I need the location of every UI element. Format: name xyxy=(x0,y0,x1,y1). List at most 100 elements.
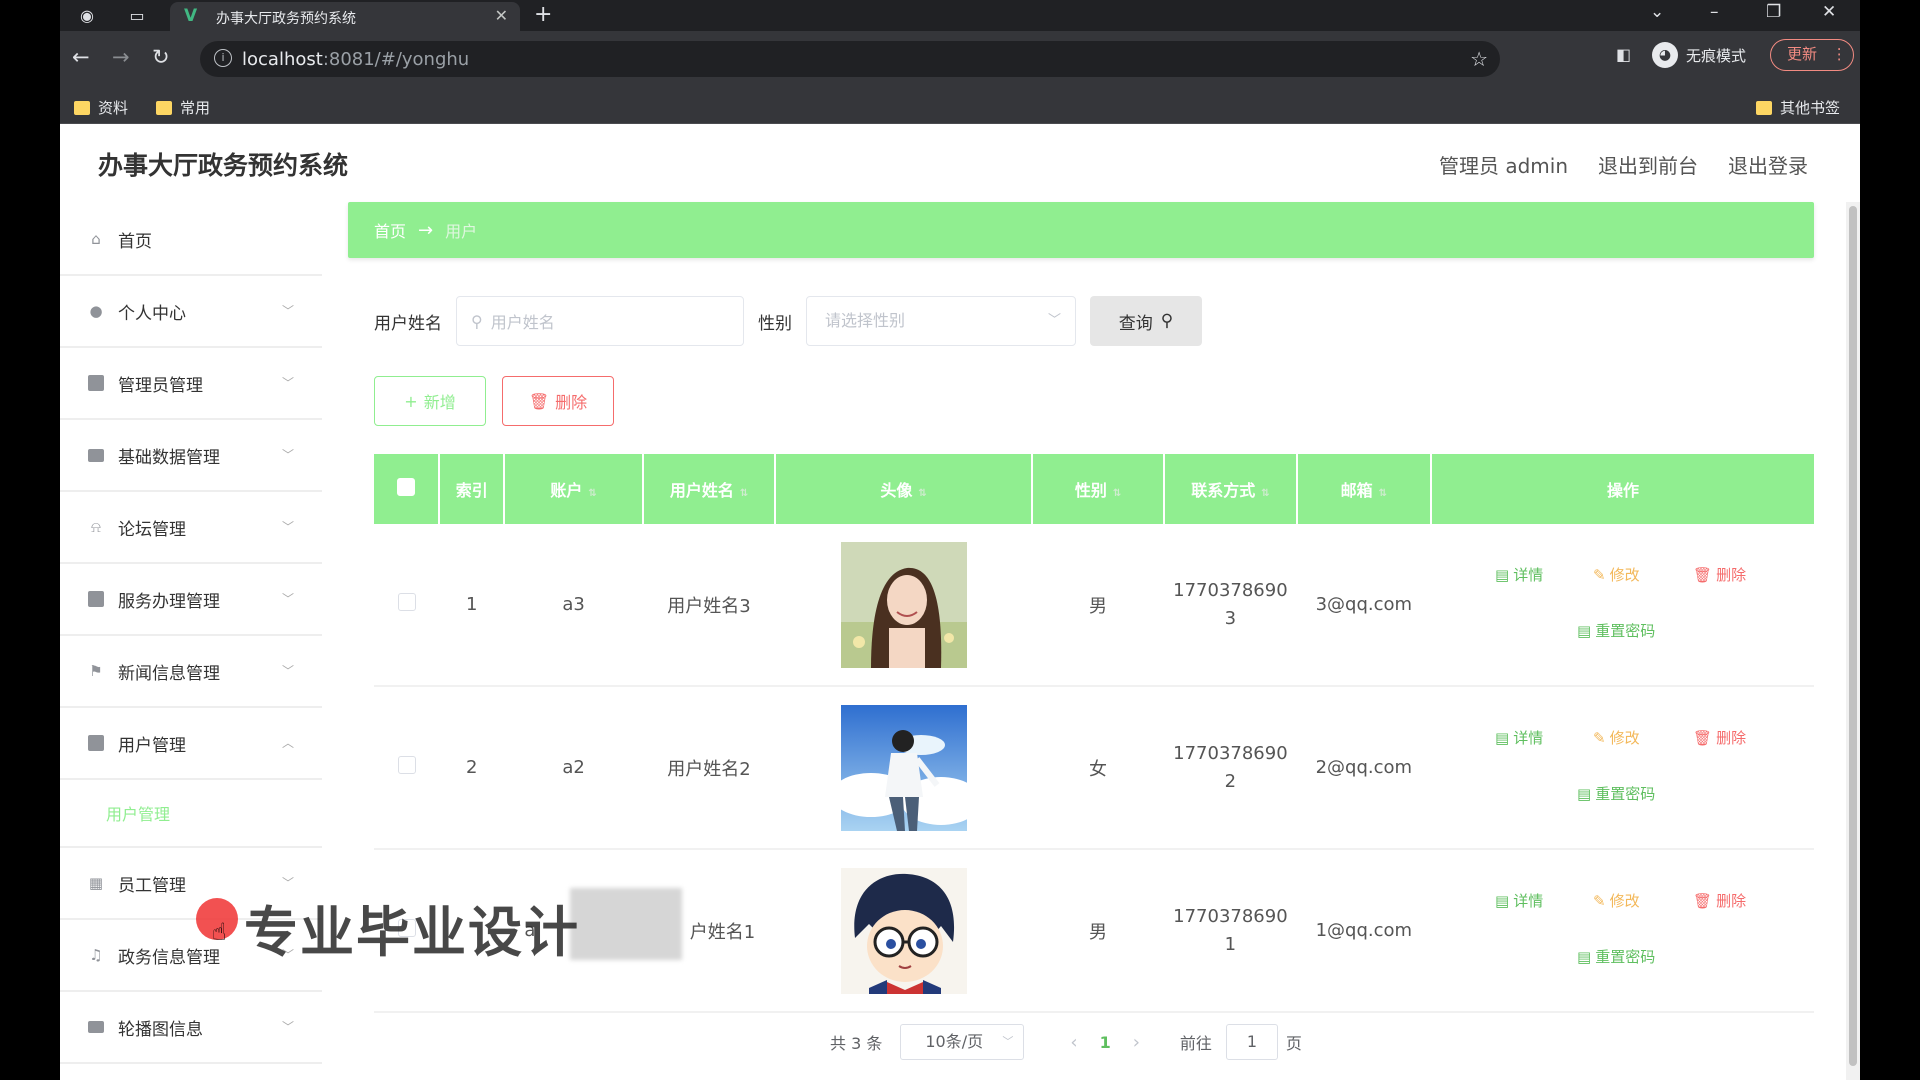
page-size-select[interactable]: 10条/页 ﹀ xyxy=(900,1024,1025,1060)
delete-button[interactable]: 🗑 删除 xyxy=(1693,727,1746,748)
detail-button[interactable]: ▤ 详情 xyxy=(1495,564,1543,585)
folder-icon xyxy=(74,100,90,115)
chevron-down-icon: ﹀ xyxy=(1047,313,1061,328)
sidebar-item-profile[interactable]: ● 个人中心 ﹀ xyxy=(60,276,322,348)
pagination-total: 共 3 条 xyxy=(830,1034,883,1053)
back-to-front-link[interactable]: 退出到前台 xyxy=(1598,150,1698,179)
tab-active[interactable]: V 办事大厅政务预约系统 ✕ xyxy=(170,2,520,31)
gender-select[interactable]: 请选择性别 ﹀ xyxy=(806,296,1076,346)
microphone-icon: ♫ xyxy=(89,946,103,964)
info-icon[interactable]: i xyxy=(214,49,232,67)
minimize-icon[interactable]: – xyxy=(1710,2,1719,22)
query-button[interactable]: 查询 ⚲ xyxy=(1090,296,1202,346)
tab-strip: ◉ ▭ V 办事大厅政务预约系统 ✕ + ⌄ – ❐ ✕ xyxy=(60,0,1860,31)
document-icon: ▤ xyxy=(1495,891,1510,910)
add-button[interactable]: + 新增 xyxy=(374,376,486,426)
select-all-checkbox[interactable] xyxy=(397,478,416,496)
bookmark-folder[interactable]: 资料 xyxy=(74,97,128,118)
window-icon[interactable]: ▭ xyxy=(126,5,148,27)
document-icon: ▤ xyxy=(1577,784,1592,803)
detail-button[interactable]: ▤ 详情 xyxy=(1495,727,1543,748)
sidebar-item-admins[interactable]: 管理员管理 ﹀ xyxy=(60,348,322,420)
avatar-image[interactable] xyxy=(840,541,967,668)
sidebar-item-forum[interactable]: ⍾ 论坛管理 ﹀ xyxy=(60,492,322,564)
avatar-image[interactable] xyxy=(840,867,967,994)
column-header[interactable]: 头像 ⇅ xyxy=(775,454,1033,524)
next-page-icon[interactable]: › xyxy=(1133,1032,1140,1053)
column-header[interactable]: 性别 ⇅ xyxy=(1031,454,1166,524)
hand-cursor-icon: ☝ xyxy=(212,918,227,946)
url-text[interactable]: localhost:8081/#/yonghu xyxy=(242,49,469,70)
scrollbar-thumb[interactable] xyxy=(1849,206,1857,1066)
edit-button[interactable]: ✎ 修改 xyxy=(1593,727,1640,748)
back-icon[interactable]: ← xyxy=(72,45,90,69)
sidebar-toggle-icon[interactable]: ◧ xyxy=(1616,45,1631,64)
edit-button[interactable]: ✎ 修改 xyxy=(1593,564,1640,585)
page-scrollbar[interactable] xyxy=(1846,202,1860,1080)
edit-button[interactable]: ✎ 修改 xyxy=(1593,890,1640,911)
sidebar-item-users[interactable]: 用户管理 ︿ xyxy=(60,708,322,780)
document-icon: ▤ xyxy=(1495,565,1510,584)
incognito-icon: ◕ xyxy=(1652,42,1678,68)
action-buttons: + 新增 🗑 删除 xyxy=(374,376,614,426)
watermark-text: 专业毕业设计 xyxy=(244,901,580,964)
breadcrumb-home[interactable]: 首页 xyxy=(374,218,406,242)
globe-icon[interactable]: ◉ xyxy=(76,5,98,27)
row-checkbox[interactable] xyxy=(397,593,416,611)
avatar-image[interactable] xyxy=(840,704,967,831)
update-button[interactable]: 更新 ⋮ xyxy=(1770,39,1854,71)
close-tab-icon[interactable]: ✕ xyxy=(495,6,508,25)
goto-page-input[interactable]: 1 xyxy=(1225,1024,1278,1060)
document-icon: ▤ xyxy=(1577,621,1592,640)
sidebar-item-carousel[interactable]: 轮播图信息 ﹀ xyxy=(60,992,322,1064)
prev-page-icon[interactable]: ‹ xyxy=(1070,1032,1077,1053)
restore-icon[interactable]: ❐ xyxy=(1766,2,1781,22)
browser-toolbar: ← → ↻ i localhost:8081/#/yonghu ☆ ◧ ◕ 无痕… xyxy=(60,31,1860,87)
reset-password-button[interactable]: ▤ 重置密码 xyxy=(1577,620,1655,641)
reset-password-button[interactable]: ▤ 重置密码 xyxy=(1577,783,1655,804)
new-tab-icon[interactable]: + xyxy=(534,2,552,27)
sidebar-item-news[interactable]: ⚑ 新闻信息管理 ﹀ xyxy=(60,636,322,708)
bookmark-star-icon[interactable]: ☆ xyxy=(1470,47,1488,71)
delete-button[interactable]: 🗑 删除 xyxy=(1693,890,1746,911)
cell-account: a3 xyxy=(504,524,643,687)
submenu-item-user-management[interactable]: 用户管理 xyxy=(60,780,322,848)
reset-password-button[interactable]: ▤ 重置密码 xyxy=(1577,946,1655,967)
column-header[interactable]: 用户姓名 ⇅ xyxy=(642,454,777,524)
column-header[interactable]: 邮箱 ⇅ xyxy=(1296,454,1433,524)
sidebar-item-home[interactable]: ⌂ 首页 xyxy=(60,204,322,276)
address-bar[interactable]: i localhost:8081/#/yonghu ☆ xyxy=(200,41,1500,77)
select-all-cell[interactable] xyxy=(374,454,441,524)
detail-button[interactable]: ▤ 详情 xyxy=(1495,890,1543,911)
sidebar-item-basic-data[interactable]: 基础数据管理 ﹀ xyxy=(60,420,322,492)
delete-button[interactable]: 🗑 删除 xyxy=(1693,564,1746,585)
cell-email: 2@qq.com xyxy=(1296,686,1432,850)
sort-icon: ⇅ xyxy=(739,488,749,499)
chevron-down-icon: ﹀ xyxy=(1002,1035,1014,1048)
cell-index: 1 xyxy=(439,524,505,687)
row-checkbox[interactable] xyxy=(397,756,416,774)
chevron-down-icon[interactable]: ⌄ xyxy=(1650,2,1664,22)
bell-icon: ⍾ xyxy=(91,518,101,536)
trash-icon: 🗑 xyxy=(1693,565,1713,584)
forward-icon[interactable]: → xyxy=(112,45,130,69)
incognito-badge[interactable]: ◕ 无痕模式 xyxy=(1652,39,1746,71)
other-bookmarks[interactable]: 其他书签 xyxy=(1756,97,1840,118)
column-header[interactable]: 账户 ⇅ xyxy=(504,454,644,524)
row-actions: ▤ 详情 ✎ 修改 🗑 删除 ▤ 重置密码 xyxy=(1431,687,1814,848)
table-row: 1 a3 用户姓名3 男 1770378690 3 3@qq.com ▤ 详情 … xyxy=(374,524,1814,687)
batch-delete-button[interactable]: 🗑 删除 xyxy=(502,376,614,426)
name-search-input[interactable]: ⚲ 用户姓名 xyxy=(456,296,744,346)
trash-icon: 🗑 xyxy=(528,391,550,411)
logout-link[interactable]: 退出登录 xyxy=(1728,150,1808,179)
printer-icon xyxy=(86,1017,106,1037)
page-number-current[interactable]: 1 xyxy=(1100,1033,1111,1052)
reload-icon[interactable]: ↻ xyxy=(152,45,170,69)
sidebar-item-services[interactable]: 服务办理管理 ﹀ xyxy=(60,564,322,636)
clipboard-icon xyxy=(86,373,106,393)
bookmark-folder[interactable]: 常用 xyxy=(156,97,210,118)
close-window-icon[interactable]: ✕ xyxy=(1822,2,1836,22)
chevron-down-icon: ﹀ xyxy=(281,520,294,534)
column-header[interactable]: 联系方式 ⇅ xyxy=(1164,454,1298,524)
bookmarks-bar: 资料 常用 其他书签 xyxy=(60,87,1860,124)
